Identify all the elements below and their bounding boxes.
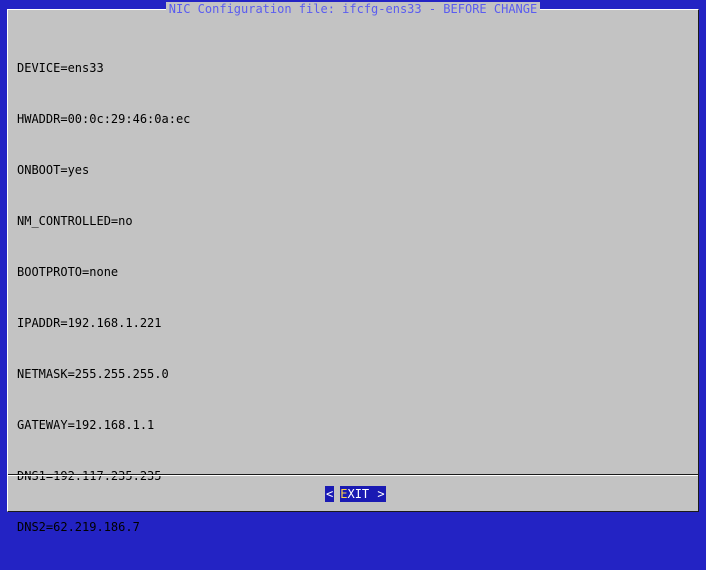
config-dialog: DEVICE=ens33 HWADDR=00:0c:29:46:0a:ec ON… — [7, 9, 699, 534]
config-line: DNS1=192.117.235.235 — [17, 469, 162, 483]
config-line: BOOTPROTO=none — [17, 265, 119, 279]
config-line: HWADDR=00:0c:29:46:0a:ec — [17, 112, 191, 126]
exit-button-text: XIT — [347, 487, 370, 501]
config-line: GATEWAY=192.168.1.1 — [17, 418, 155, 432]
button-separator — [8, 474, 698, 476]
config-line: NM_CONTROLLED=no — [17, 214, 133, 228]
exit-button[interactable]: < EXIT > — [325, 486, 386, 502]
config-line: ONBOOT=yes — [17, 163, 90, 177]
exit-button-left-bracket: < — [325, 486, 335, 502]
config-line: NETMASK=255.255.255.0 — [17, 367, 169, 381]
exit-button-right-bracket: > — [376, 486, 386, 502]
exit-button-label: EXIT — [340, 486, 370, 502]
config-line: DEVICE=ens33 — [17, 61, 104, 75]
config-line: IPADDR=192.168.1.221 — [17, 316, 162, 330]
config-file-content: DEVICE=ens33 HWADDR=00:0c:29:46:0a:ec ON… — [17, 26, 190, 570]
